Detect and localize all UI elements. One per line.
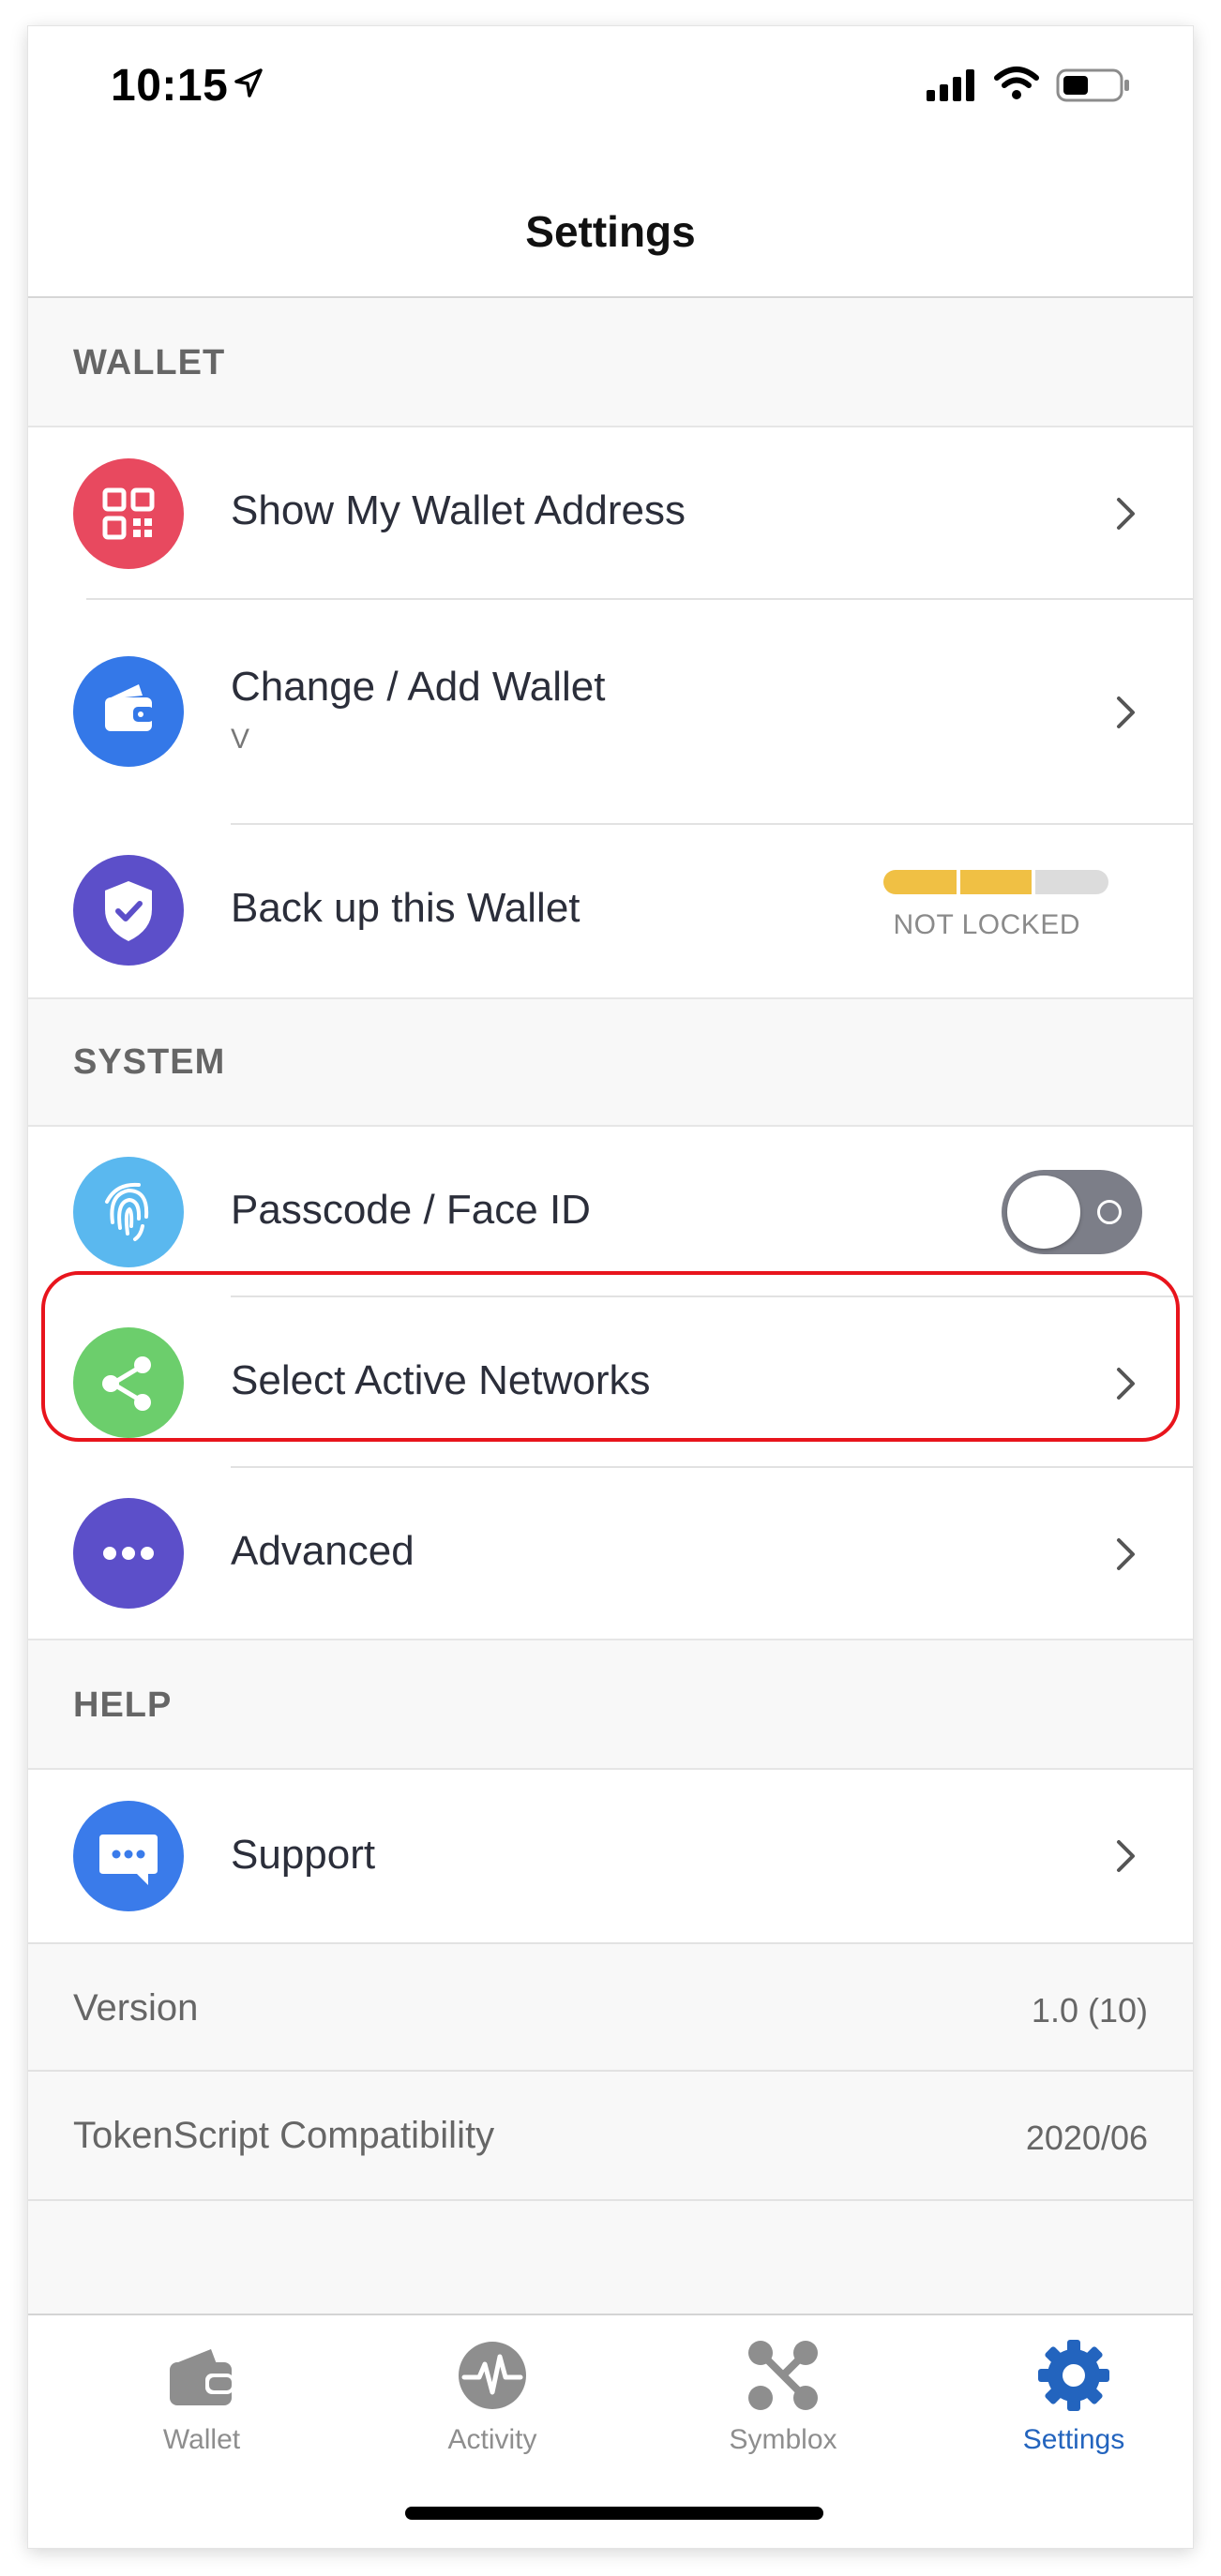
toggle-knob xyxy=(1007,1176,1080,1249)
status-time: 10:15 xyxy=(111,61,229,111)
toggle-off-indicator xyxy=(1097,1200,1122,1224)
more-dots-icon xyxy=(73,1498,184,1609)
progress-segment-empty xyxy=(1035,870,1108,894)
qr-code-icon xyxy=(73,458,184,569)
chat-bubble-icon xyxy=(73,1801,184,1911)
row-label: Back up this Wallet xyxy=(231,885,580,931)
row-change-add-wallet[interactable]: Change / Add Wallet V xyxy=(28,600,1193,825)
section-label-system: SYSTEM xyxy=(73,1042,226,1082)
row-label: Support xyxy=(231,1832,376,1878)
phone-screen: 10:15 Settings WALLET Show My Wallet Add… xyxy=(28,26,1193,2548)
progress-segment-filled xyxy=(960,870,1032,894)
row-show-wallet-address[interactable]: Show My Wallet Address xyxy=(28,427,1193,600)
info-row-version: Version 1.0 (10) xyxy=(28,1942,1193,2072)
info-value: 1.0 (10) xyxy=(1031,1991,1148,2029)
gear-icon xyxy=(1038,2340,1109,2411)
home-indicator[interactable] xyxy=(405,2507,823,2520)
chevron-right-icon xyxy=(1117,1840,1135,1872)
row-label: Passcode / Face ID xyxy=(231,1187,591,1233)
row-label: Show My Wallet Address xyxy=(231,487,686,533)
shield-check-icon xyxy=(73,855,184,966)
section-header-system: SYSTEM xyxy=(28,997,1193,1127)
tab-label: Symblox xyxy=(729,2424,837,2455)
tab-symblox[interactable]: Symblox xyxy=(638,2329,928,2469)
row-label: Change / Add Wallet xyxy=(231,664,606,710)
section-header-wallet: WALLET xyxy=(28,300,1193,427)
tab-label: Wallet xyxy=(162,2424,241,2455)
row-support[interactable]: Support xyxy=(28,1770,1193,1942)
navigation-bar: Settings xyxy=(28,167,1193,298)
cellular-signal-icon xyxy=(927,69,974,101)
backup-status-label: NOT LOCKED xyxy=(893,909,1080,940)
location-arrow-icon xyxy=(234,68,263,97)
status-bar: 10:15 xyxy=(28,26,1193,167)
activity-icon xyxy=(459,2342,526,2409)
chevron-right-icon xyxy=(1117,498,1135,530)
battery-icon xyxy=(1056,68,1129,102)
info-label: TokenScript Compatibility xyxy=(73,2115,495,2156)
section-header-help: HELP xyxy=(28,1639,1193,1770)
tab-wallet[interactable]: Wallet xyxy=(56,2329,347,2469)
section-label-help: HELP xyxy=(73,1685,173,1725)
tab-settings[interactable]: Settings xyxy=(928,2329,1193,2469)
passcode-toggle[interactable] xyxy=(1002,1170,1142,1254)
tab-label: Settings xyxy=(1022,2424,1125,2455)
section-label-wallet: WALLET xyxy=(73,343,226,382)
wallet-icon xyxy=(73,656,184,767)
wallet-icon xyxy=(170,2349,234,2405)
progress-segment-filled xyxy=(883,870,957,894)
wifi-icon xyxy=(994,67,1039,99)
row-advanced[interactable]: Advanced xyxy=(28,1468,1193,1639)
highlight-outline xyxy=(41,1271,1180,1442)
fingerprint-icon xyxy=(73,1157,184,1267)
info-value: 2020/06 xyxy=(1025,2119,1148,2157)
backup-progress-meter xyxy=(883,870,1108,894)
tab-activity[interactable]: Activity xyxy=(347,2329,638,2469)
tab-label: Activity xyxy=(447,2424,537,2455)
page-title: Settings xyxy=(525,207,696,256)
info-label: Version xyxy=(73,1987,199,2029)
current-wallet-name: V xyxy=(231,724,250,755)
row-backup-wallet[interactable]: Back up this Wallet NOT LOCKED xyxy=(28,825,1193,997)
symblox-icon xyxy=(748,2341,818,2410)
chevron-right-icon xyxy=(1117,1538,1135,1570)
chevron-right-icon xyxy=(1117,696,1135,728)
info-row-tokenscript: TokenScript Compatibility 2020/06 xyxy=(28,2072,1193,2201)
row-label: Advanced xyxy=(231,1528,415,1574)
